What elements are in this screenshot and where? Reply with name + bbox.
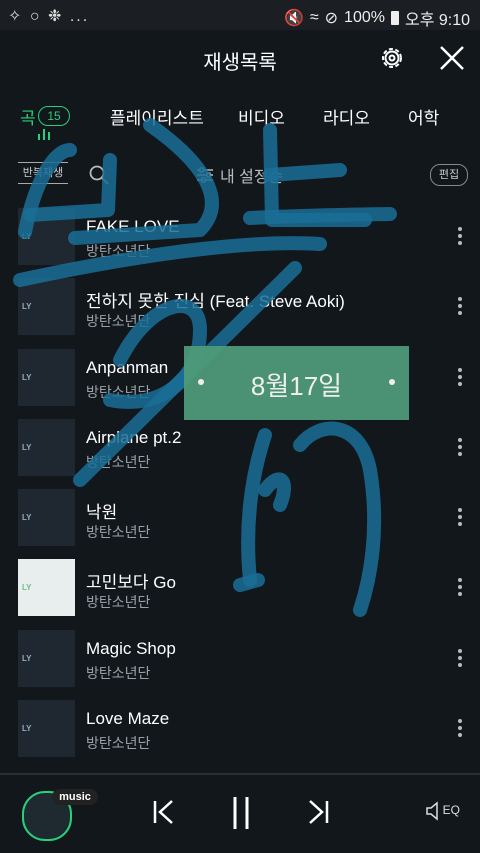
filter-sliders-icon [197, 167, 213, 183]
song-title: FAKE LOVE [86, 217, 180, 236]
more-options-icon[interactable] [458, 437, 462, 456]
date-stamp-text: 8월17일 [250, 371, 343, 401]
song-artist: 방탄소년단 [86, 524, 151, 541]
song-title: Love Maze [86, 709, 170, 729]
list-item[interactable]: LY Love Maze 방탄소년단 [0, 695, 480, 765]
album-art: LY [18, 418, 75, 476]
song-title: Anpanman [86, 357, 169, 377]
list-item[interactable]: LY 낙원 방탄소년단 [0, 484, 480, 554]
more-options-icon[interactable] [458, 578, 462, 597]
sort-selector[interactable]: 내 설정순 [196, 163, 283, 187]
battery-icon [390, 11, 399, 25]
song-artist: 방탄소년단 [86, 594, 151, 611]
song-list: LY FAKE LOVE 방탄소년단 LY 전하지 못한 진심 (Feat. S… [0, 203, 480, 765]
page-title: 재생목록 [203, 52, 277, 74]
eq-button[interactable]: EQ [425, 801, 460, 821]
song-artist: 방탄소년단 [86, 243, 151, 259]
speaker-icon [426, 801, 439, 821]
more-options-icon[interactable] [458, 719, 462, 738]
album-art: LY [18, 700, 75, 758]
close-icon[interactable] [438, 44, 466, 72]
song-artist: 방탄소년단 [86, 664, 151, 681]
more-options-icon[interactable] [458, 297, 462, 316]
more-options-icon[interactable] [458, 367, 462, 386]
wifi-icon: ≈ [309, 9, 319, 26]
tab-playlist[interactable]: 플레이리스트 [110, 104, 204, 129]
song-title: Airplane pt.2 [86, 427, 182, 447]
album-art: LY [18, 629, 75, 687]
song-title: 낙원 [86, 503, 118, 523]
list-toolbar: 반복재생 내 설정순 편집 [0, 156, 480, 192]
next-track-icon[interactable] [306, 799, 330, 825]
sort-label: 내 설정순 [220, 169, 284, 186]
tab-radio[interactable]: 라디오 [323, 104, 370, 129]
list-item[interactable]: LY FAKE LOVE 방탄소년단 [0, 203, 480, 273]
playlist-header: 재생목록 [0, 30, 480, 90]
status-right: 🔇 ≈ ⊘ 100% 오후 9:10 [284, 6, 470, 30]
mini-player: music EQ [0, 773, 480, 853]
pause-icon[interactable] [230, 795, 252, 831]
album-art: LY [18, 489, 75, 547]
tab-song[interactable]: 곡 [20, 104, 36, 129]
more-options-icon[interactable] [458, 508, 462, 527]
song-count-badge: 15 [38, 106, 70, 126]
list-item[interactable]: LY 전하지 못한 진심 (Feat. Steve Aoki) 방탄소년단 [0, 273, 480, 343]
dnd-icon: ⊘ [324, 10, 339, 27]
album-art: LY [18, 208, 75, 265]
music-tag: music [52, 789, 98, 805]
previous-track-icon[interactable] [152, 799, 176, 825]
date-stamp: 8월17일 [184, 346, 409, 420]
song-title: 전하지 못한 진심 (Feat. Steve Aoki) [86, 292, 345, 312]
status-left-icons: ✧ ○ ❉ ... [8, 8, 90, 25]
more-options-icon[interactable] [458, 648, 462, 667]
eq-label: EQ [442, 803, 460, 818]
settings-icon[interactable] [378, 44, 406, 72]
divider [0, 773, 480, 775]
edit-button[interactable]: 편집 [430, 164, 468, 186]
song-artist: 방탄소년단 [86, 735, 151, 752]
album-art: LY [18, 559, 75, 617]
album-art: LY [18, 278, 75, 336]
more-options-icon[interactable] [458, 227, 462, 245]
tab-language[interactable]: 어학 [408, 104, 439, 129]
status-time: 오후 9:10 [404, 12, 470, 29]
list-item[interactable]: LY 고민보다 Go 방탄소년단 [0, 554, 480, 624]
category-tabs: 곡 15 플레이리스트 비디오 라디오 어학 [0, 98, 480, 146]
song-artist: 방탄소년단 [86, 453, 151, 470]
search-icon[interactable] [88, 164, 110, 186]
repeat-button[interactable]: 반복재생 [18, 162, 68, 184]
song-artist: 방탄소년단 [86, 383, 151, 400]
tab-video[interactable]: 비디오 [238, 104, 285, 129]
album-art: LY [18, 348, 75, 406]
mute-icon: 🔇 [283, 10, 304, 27]
song-title: 고민보다 Go [86, 573, 176, 593]
battery-percent: 100% [344, 9, 385, 26]
list-item[interactable]: LY Airplane pt.2 방탄소년단 [0, 414, 480, 484]
song-artist: 방탄소년단 [86, 313, 151, 330]
song-title: Magic Shop [86, 638, 176, 658]
now-playing-bars-icon [38, 128, 52, 140]
status-bar: ✧ ○ ❉ ... 🔇 ≈ ⊘ 100% 오후 9:10 [0, 0, 480, 30]
list-item[interactable]: LY Magic Shop 방탄소년단 [0, 625, 480, 695]
